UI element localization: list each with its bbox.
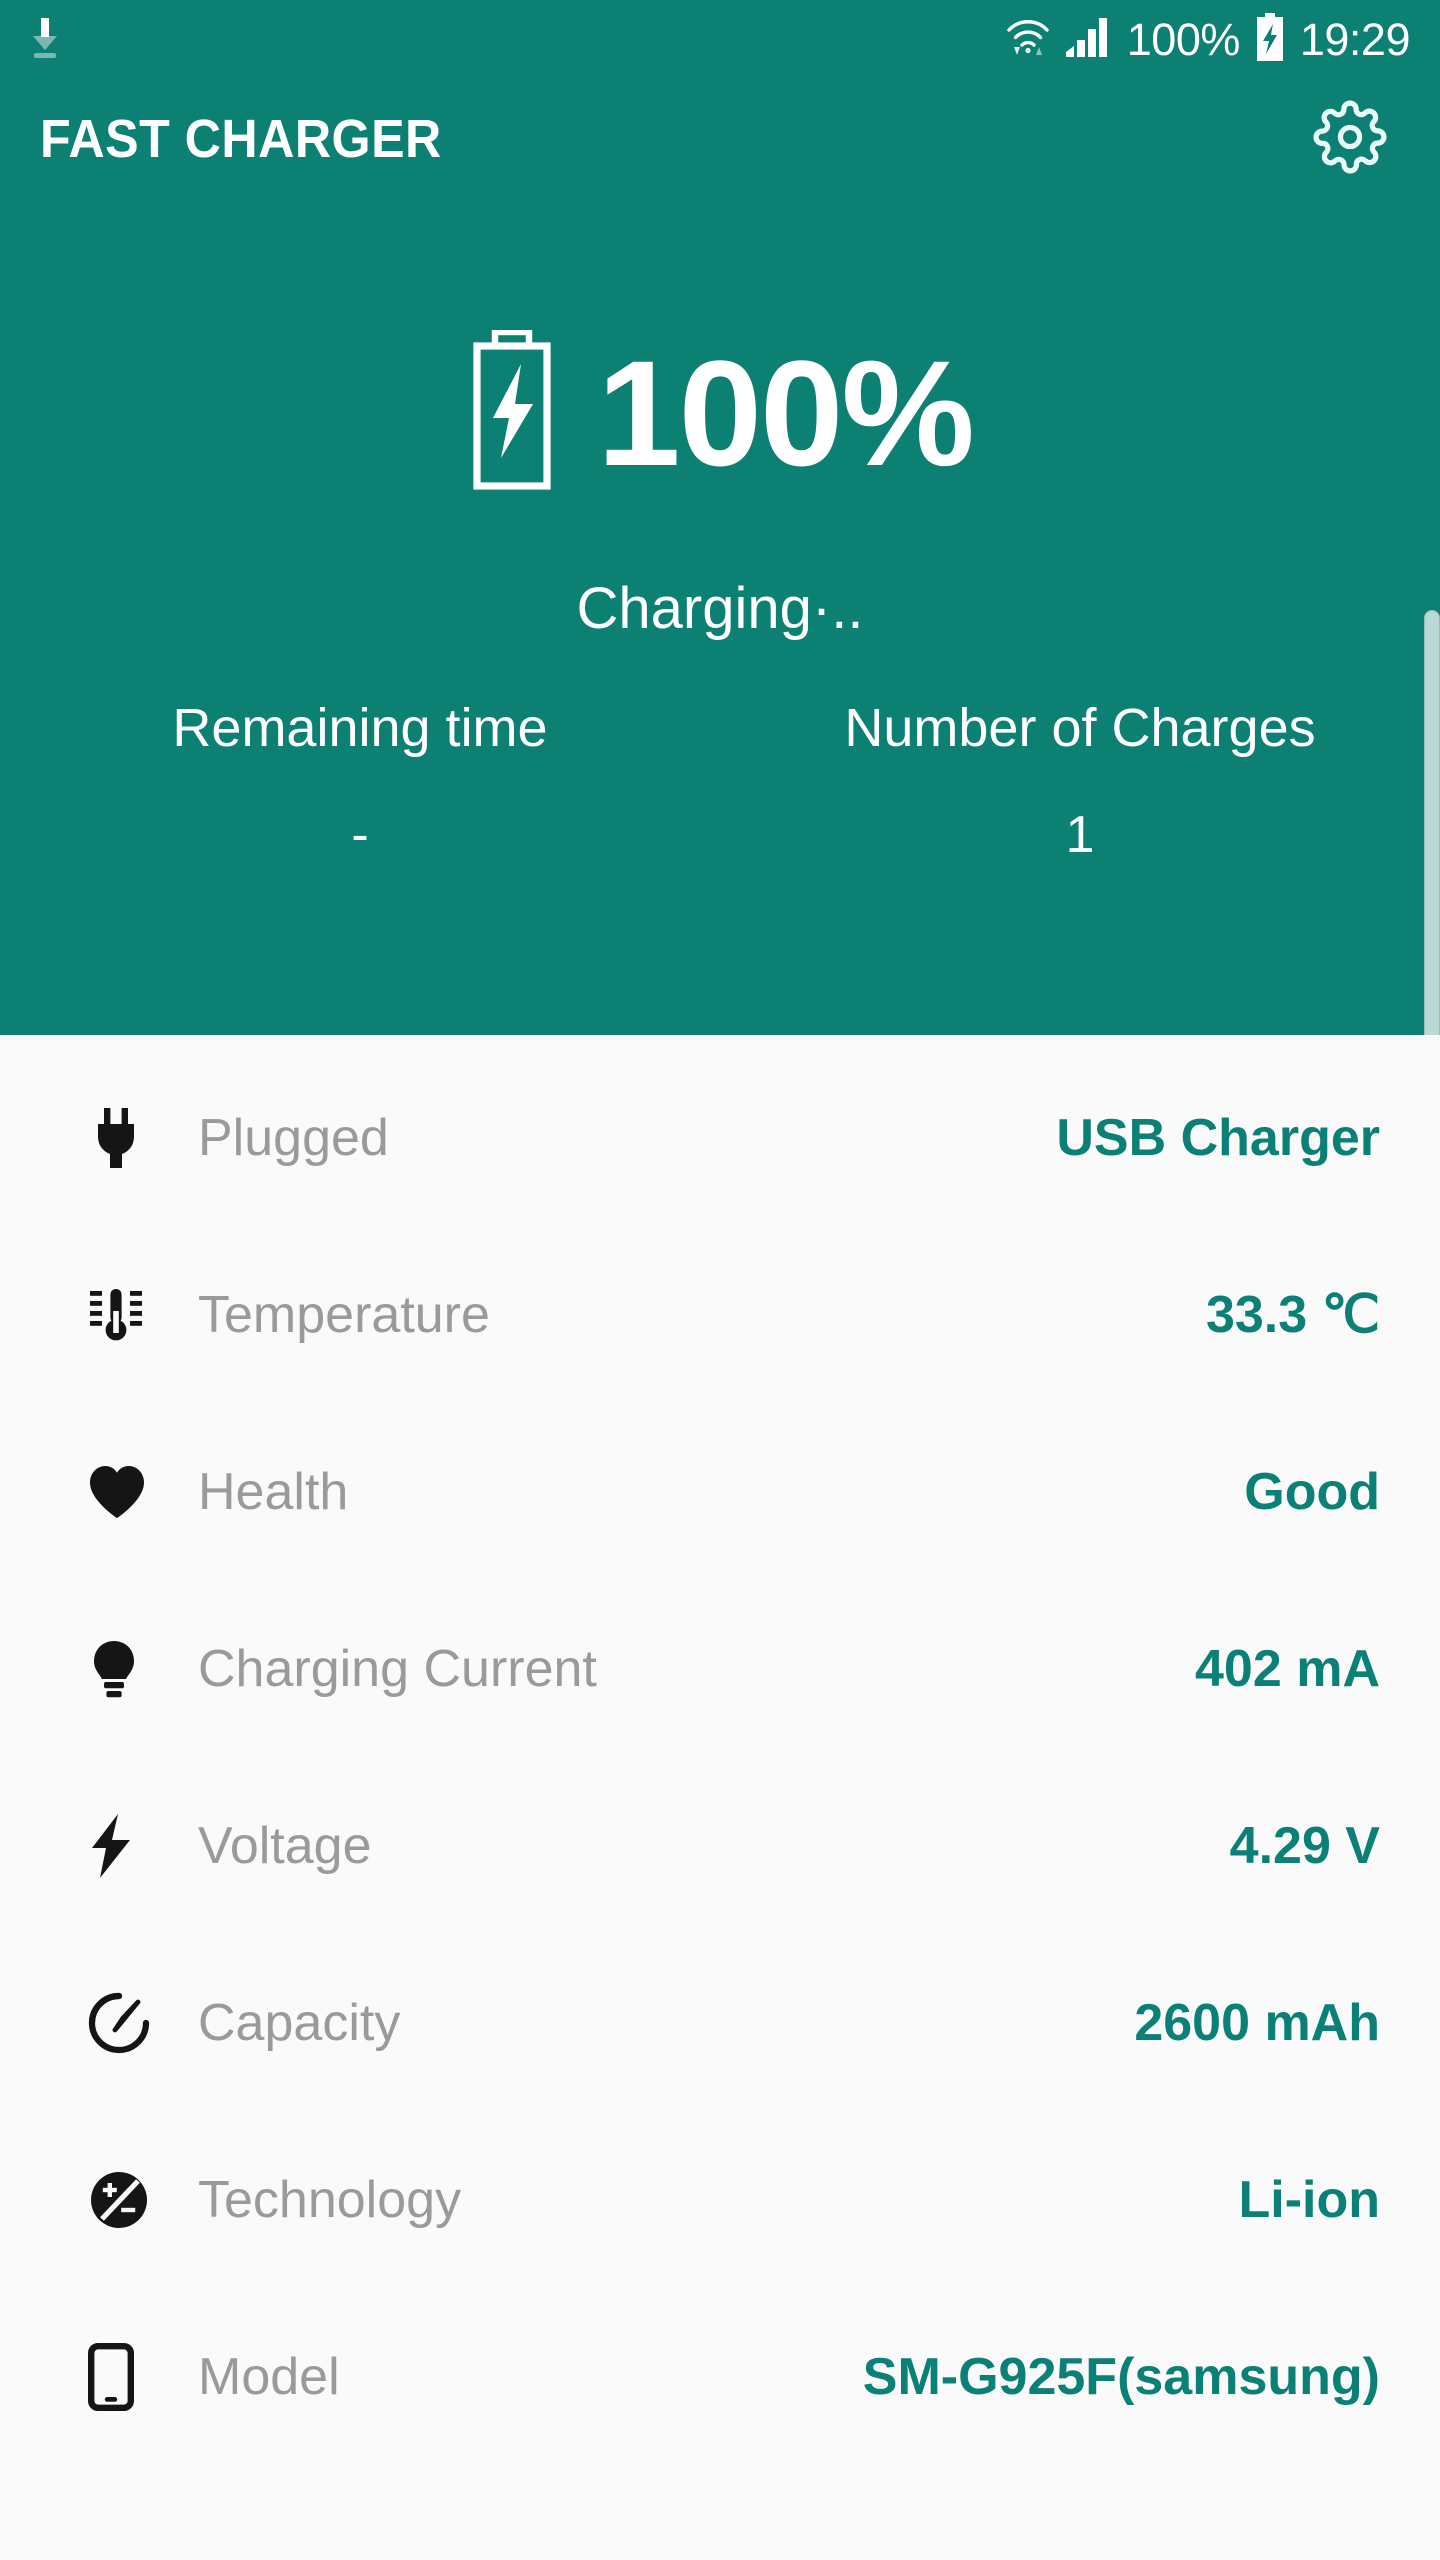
- table-row[interactable]: Model SM-G925F(samsung): [0, 2288, 1440, 2465]
- gauge-icon: [88, 1992, 166, 2054]
- row-value: Li-ion: [1238, 2170, 1380, 2229]
- stat-label: Number of Charges: [844, 698, 1316, 758]
- polarity-icon: [88, 2169, 166, 2231]
- table-row[interactable]: Technology Li-ion: [0, 2111, 1440, 2288]
- row-value: 33.3 ℃: [1205, 1285, 1380, 1344]
- heart-icon: [88, 1464, 166, 1520]
- battery-bolt-icon: [467, 328, 557, 495]
- row-label: Plugged: [198, 1108, 389, 1167]
- wifi-icon: [1005, 15, 1051, 64]
- table-row[interactable]: Plugged USB Charger: [0, 1049, 1440, 1226]
- row-label: Capacity: [198, 1993, 401, 2052]
- table-row[interactable]: Health Good: [0, 1403, 1440, 1580]
- row-value: USB Charger: [1056, 1108, 1380, 1167]
- bolt-icon: [88, 1813, 166, 1878]
- status-clock: 19:29: [1299, 13, 1411, 65]
- table-row[interactable]: Temperature 33.3 ℃: [0, 1226, 1440, 1403]
- table-row[interactable]: Voltage 4.29 V: [0, 1757, 1440, 1934]
- battery-charging-icon: [1254, 12, 1286, 66]
- battery-details-list: Plugged USB Charger Temperature 33.3 ℃ H…: [0, 1035, 1440, 2560]
- row-value: SM-G925F(samsung): [862, 2347, 1380, 2406]
- row-label: Temperature: [198, 1285, 490, 1344]
- stat-value: 1: [1065, 805, 1095, 864]
- cellular-signal-icon: [1065, 16, 1113, 63]
- stat-remaining-time: Remaining time -: [0, 700, 720, 861]
- page-title: FAST CHARGER: [40, 109, 442, 169]
- status-bar-left: [28, 14, 62, 65]
- battery-hero: 100%: [0, 328, 1440, 497]
- stat-label: Remaining time: [172, 698, 548, 758]
- row-label: Health: [198, 1462, 349, 1521]
- table-row[interactable]: Capacity 2600 mAh: [0, 1934, 1440, 2111]
- app-bar: FAST CHARGER: [0, 78, 1440, 200]
- gear-icon: [1313, 99, 1387, 179]
- plug-icon: [88, 1107, 166, 1168]
- vertical-scrollbar-thumb[interactable]: [1424, 610, 1440, 1062]
- status-bar-right: 100% 19:29: [1005, 12, 1411, 66]
- row-label: Voltage: [198, 1816, 372, 1875]
- charging-status-text: Charging·..: [576, 576, 864, 641]
- hero-stats: Remaining time - Number of Charges 1: [0, 700, 1440, 861]
- lightbulb-icon: [88, 1639, 166, 1699]
- thermometer-icon: [88, 1285, 166, 1345]
- stat-number-of-charges: Number of Charges 1: [720, 700, 1440, 861]
- row-label: Model: [198, 2347, 340, 2406]
- status-bar: 100% 19:29: [0, 0, 1440, 78]
- row-value: Good: [1244, 1462, 1380, 1521]
- row-value: 402 mA: [1195, 1639, 1380, 1698]
- phone-icon: [88, 2342, 166, 2411]
- row-value: 2600 mAh: [1134, 1993, 1380, 2052]
- battery-percent-large: 100%: [597, 328, 975, 497]
- row-label: Charging Current: [198, 1639, 597, 1698]
- table-row[interactable]: Charging Current 402 mA: [0, 1580, 1440, 1757]
- settings-button[interactable]: [1304, 93, 1396, 185]
- row-value: 4.29 V: [1229, 1816, 1380, 1875]
- download-icon: [28, 14, 62, 65]
- row-label: Technology: [198, 2170, 462, 2229]
- status-battery-percent: 100%: [1126, 13, 1241, 65]
- stat-value: -: [351, 805, 369, 864]
- header-panel: 100% 19:29 FAST CHARGER 100% Charging·..…: [0, 0, 1440, 1035]
